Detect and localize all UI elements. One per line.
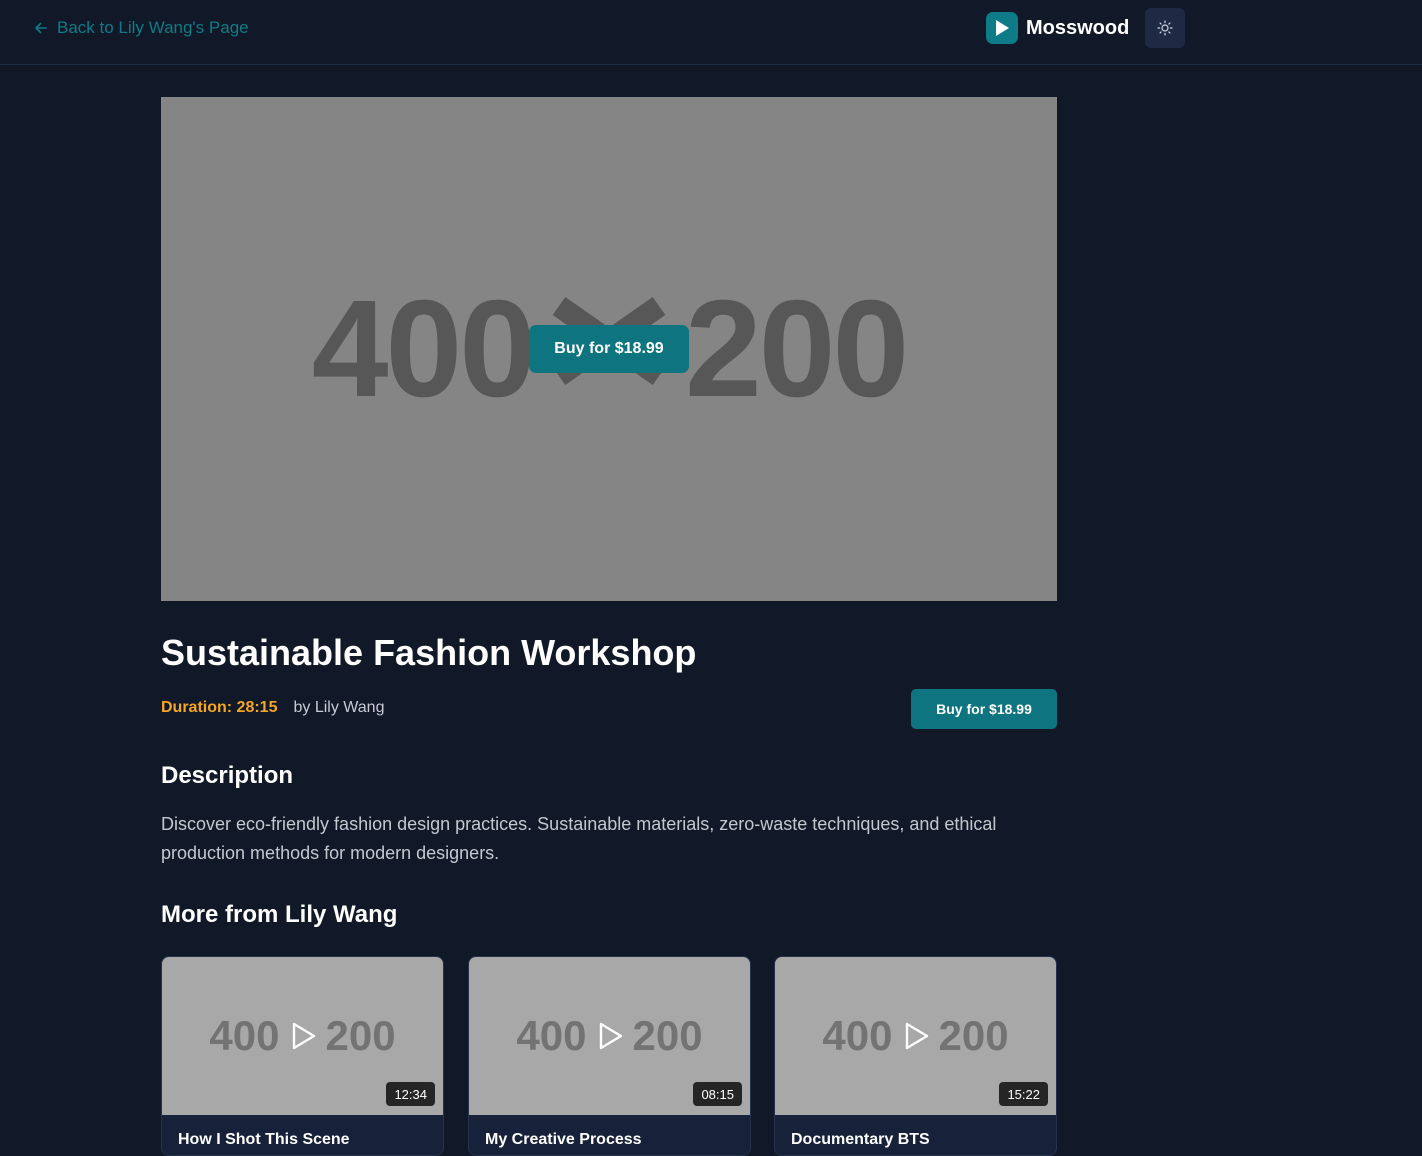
sun-icon bbox=[1157, 20, 1173, 36]
video-preview[interactable]: 400 200 Buy for $18.99 bbox=[161, 97, 1057, 601]
video-thumbnail: 400 200 15:22 bbox=[775, 957, 1056, 1115]
brand[interactable]: Mosswood bbox=[986, 12, 1129, 44]
related-video-card[interactable]: 400 200 12:34 How I Shot This Scene bbox=[161, 956, 444, 1156]
description-text: Discover eco-friendly fashion design pra… bbox=[161, 814, 997, 863]
more-from-creator-heading: More from Lily Wang bbox=[161, 901, 398, 928]
duration-badge: 08:15 bbox=[693, 1082, 742, 1106]
video-card-title: How I Shot This Scene bbox=[178, 1131, 350, 1148]
related-videos-grid: 400 200 12:34 How I Shot This Scene 400 … bbox=[161, 956, 1057, 1156]
back-link-label: Back to Lily Wang's Page bbox=[57, 18, 249, 37]
video-card-title: Documentary BTS bbox=[791, 1131, 930, 1148]
video-card-title: My Creative Process bbox=[485, 1131, 642, 1148]
video-thumbnail: 400 200 12:34 bbox=[162, 957, 443, 1115]
play-icon bbox=[599, 1022, 623, 1050]
brand-name: Mosswood bbox=[1026, 16, 1130, 39]
description-heading: Description bbox=[161, 762, 294, 789]
video-meta: Duration: 28:15 by Lily Wang bbox=[161, 699, 384, 717]
related-video-card[interactable]: 400 200 15:22 Documentary BTS bbox=[774, 956, 1057, 1156]
buy-button[interactable]: Buy for $18.99 bbox=[911, 689, 1057, 729]
theme-toggle-button[interactable] bbox=[1145, 8, 1185, 48]
placeholder-width: 400 bbox=[311, 271, 536, 426]
placeholder-height: 200 bbox=[632, 1012, 703, 1059]
related-video-card[interactable]: 400 200 08:15 My Creative Process bbox=[468, 956, 751, 1156]
preview-buy-button[interactable]: Buy for $18.99 bbox=[529, 325, 689, 373]
placeholder-width: 400 bbox=[209, 1012, 280, 1059]
play-icon bbox=[905, 1022, 929, 1050]
video-duration: Duration: 28:15 bbox=[161, 699, 278, 716]
placeholder-height: 200 bbox=[938, 1012, 1009, 1059]
back-to-creator-link[interactable]: Back to Lily Wang's Page bbox=[34, 18, 249, 38]
video-byline: by Lily Wang bbox=[293, 699, 385, 716]
duration-badge: 15:22 bbox=[999, 1082, 1048, 1106]
arrow-left-icon bbox=[35, 22, 47, 34]
video-title: Sustainable Fashion Workshop bbox=[161, 632, 697, 673]
placeholder-width: 400 bbox=[516, 1012, 587, 1059]
placeholder-width: 400 bbox=[822, 1012, 893, 1059]
duration-badge: 12:34 bbox=[386, 1082, 435, 1106]
play-icon bbox=[292, 1022, 316, 1050]
placeholder-height: 200 bbox=[325, 1012, 396, 1059]
play-logo-icon bbox=[986, 12, 1018, 44]
top-navigation-bar: Back to Lily Wang's Page Mosswood bbox=[0, 0, 1422, 65]
placeholder-height: 200 bbox=[685, 271, 909, 426]
video-thumbnail: 400 200 08:15 bbox=[469, 957, 750, 1115]
